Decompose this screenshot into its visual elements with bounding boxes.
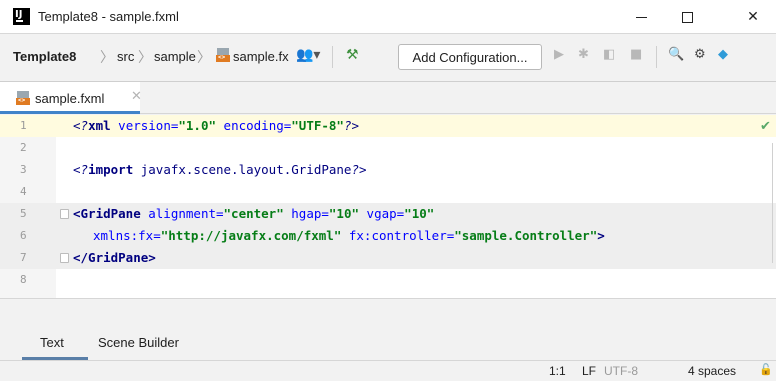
- line-number: 2: [20, 141, 27, 154]
- no-problems-check-icon[interactable]: ✔: [760, 119, 771, 134]
- window-title: Template8 - sample.fxml: [38, 9, 179, 24]
- breadcrumb-separator: 〉: [197, 50, 211, 66]
- line-number: 5: [20, 207, 27, 220]
- toolbox-icon[interactable]: ◆: [718, 47, 728, 62]
- code-text: <?import javafx.scene.layout.GridPane?>: [73, 162, 367, 177]
- line-number: 6: [20, 229, 27, 242]
- minimize-icon: [635, 16, 647, 18]
- code-text: <GridPane alignment="center" hgap="10" v…: [73, 206, 435, 221]
- code-line[interactable]: 1 <?xml version="1.0" encoding="UTF-8"?>…: [0, 115, 776, 137]
- intellij-logo-icon: IJ: [13, 8, 30, 25]
- code-text: <?xml version="1.0" encoding="UTF-8"?>: [73, 118, 360, 133]
- search-icon[interactable]: 🔍: [668, 47, 684, 62]
- hammer-icon[interactable]: ⚒: [346, 47, 359, 63]
- coverage-icon[interactable]: ◧: [603, 47, 615, 62]
- code-editor[interactable]: 1 <?xml version="1.0" encoding="UTF-8"?>…: [0, 115, 776, 298]
- breadcrumb-src[interactable]: src: [117, 49, 134, 64]
- close-icon: ✕: [747, 9, 759, 25]
- code-line[interactable]: 4: [0, 181, 776, 203]
- fold-marker-icon[interactable]: [60, 253, 69, 263]
- line-number: 8: [20, 273, 27, 286]
- code-line[interactable]: 6 xmlns:fx="http://javafx.com/fxml" fx:c…: [0, 225, 776, 247]
- code-line[interactable]: 5 <GridPane alignment="center" hgap="10"…: [0, 203, 776, 225]
- gear-icon[interactable]: ⚙: [694, 47, 706, 62]
- toolbar-separator: [656, 46, 657, 68]
- bottom-tab-strip: Text Scene Builder: [0, 298, 776, 360]
- breadcrumb-sample-package[interactable]: sample: [154, 49, 196, 64]
- ide-window: IJ Template8 - sample.fxml ✕ Template8 〉…: [0, 0, 776, 381]
- fxml-file-icon: <>: [216, 48, 230, 62]
- fold-marker-icon[interactable]: [60, 209, 69, 219]
- maximize-button[interactable]: [664, 0, 710, 34]
- line-number: 7: [20, 251, 27, 264]
- tab-close-icon[interactable]: ✕: [131, 89, 142, 104]
- code-text: xmlns:fx="http://javafx.com/fxml" fx:con…: [93, 228, 605, 243]
- maximize-icon: [681, 11, 693, 23]
- breadcrumb-project[interactable]: Template8: [13, 49, 76, 64]
- tab-scene-builder[interactable]: Scene Builder: [98, 335, 179, 350]
- code-line[interactable]: 3 <?import javafx.scene.layout.GridPane?…: [0, 159, 776, 181]
- status-bar: 1:1 LF UTF-8 4 spaces 🔓: [0, 360, 776, 381]
- debug-icon[interactable]: ✱: [578, 47, 589, 62]
- breadcrumb-separator: 〉: [100, 50, 114, 66]
- line-separator-indicator[interactable]: LF: [582, 364, 596, 378]
- add-configuration-button[interactable]: Add Configuration...: [398, 44, 542, 70]
- close-window-button[interactable]: ✕: [730, 0, 776, 34]
- editor-scrollbar[interactable]: [767, 143, 773, 263]
- title-bar: IJ Template8 - sample.fxml ✕: [0, 0, 776, 34]
- caret-position[interactable]: 1:1: [549, 364, 566, 378]
- user-dropdown-icon[interactable]: 👥▾: [296, 47, 320, 63]
- minimize-button[interactable]: [618, 0, 664, 34]
- navigation-bar: Template8 〉 src 〉 sample 〉 <> sample.fx …: [0, 34, 776, 82]
- line-number: 1: [20, 119, 27, 132]
- breadcrumb-separator: 〉: [138, 50, 152, 66]
- editor-tab-bar: <> sample.fxml ✕: [0, 82, 776, 114]
- tab-sample-fxml[interactable]: <> sample.fxml ✕: [0, 82, 142, 114]
- stop-icon[interactable]: ■: [630, 47, 642, 62]
- fxml-file-icon: <>: [16, 91, 30, 105]
- tab-label: sample.fxml: [35, 91, 105, 106]
- toolbar-separator: [332, 46, 333, 68]
- code-line[interactable]: 8: [0, 269, 776, 291]
- code-line[interactable]: 2: [0, 137, 776, 159]
- code-text: </GridPane>: [73, 250, 156, 265]
- line-number: 3: [20, 163, 27, 176]
- file-encoding-indicator[interactable]: UTF-8: [604, 364, 638, 378]
- breadcrumb-file[interactable]: sample.fx: [233, 49, 289, 64]
- code-line[interactable]: 7 </GridPane>: [0, 247, 776, 269]
- read-only-lock-icon[interactable]: 🔓: [759, 363, 773, 376]
- line-number: 4: [20, 185, 27, 198]
- run-icon[interactable]: ▶: [554, 47, 564, 62]
- indent-indicator[interactable]: 4 spaces: [688, 364, 736, 378]
- tab-text[interactable]: Text: [40, 335, 64, 350]
